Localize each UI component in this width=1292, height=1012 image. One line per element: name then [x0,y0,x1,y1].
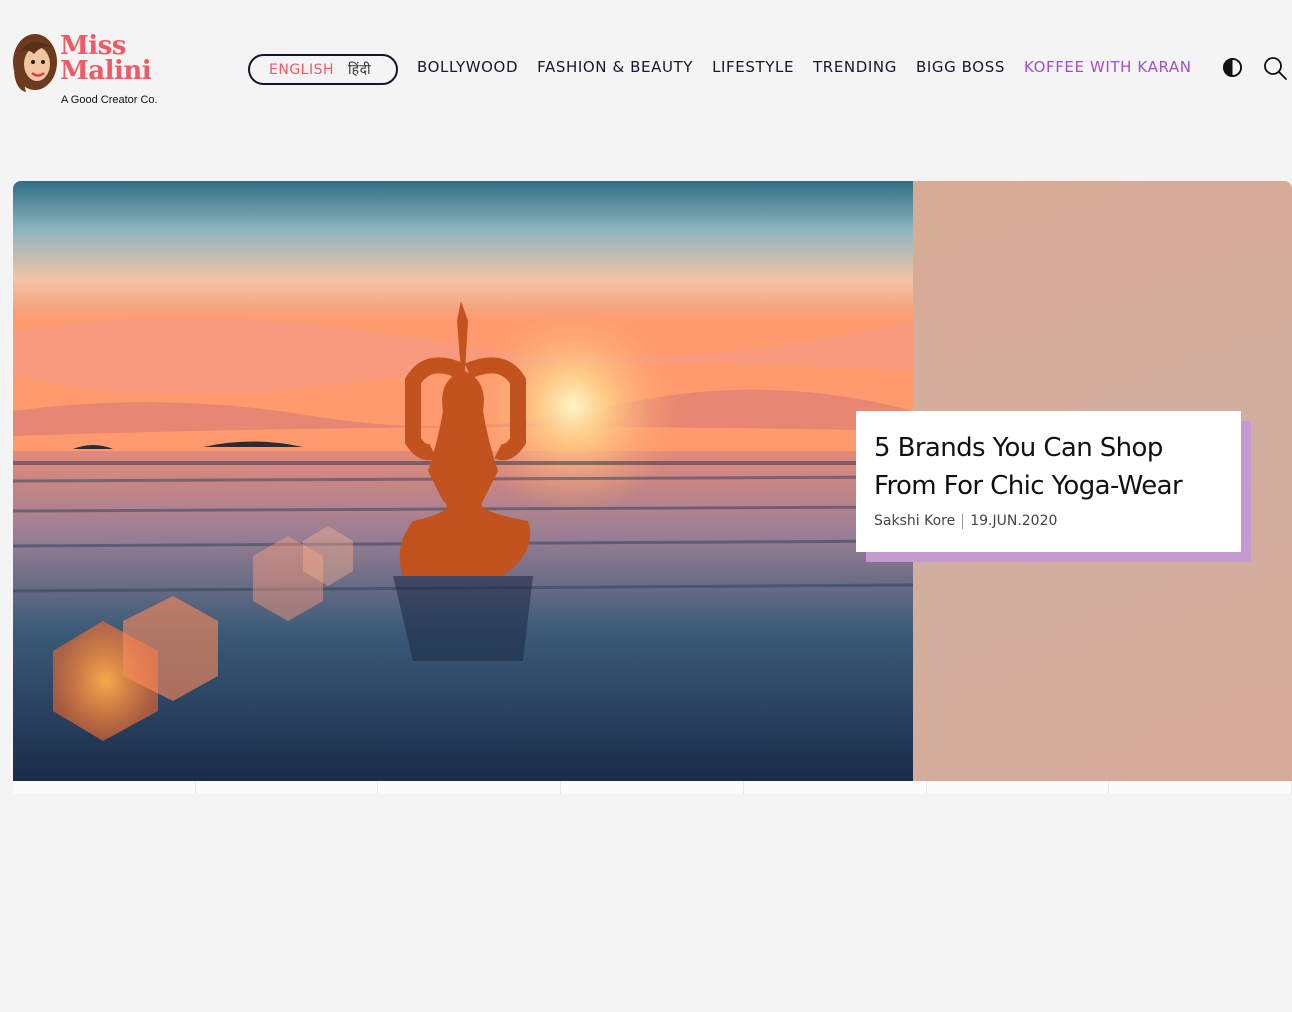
language-english[interactable]: ENGLISH [269,62,334,78]
logo-wordmark: Miss Malini [60,31,152,86]
logo-tagline: A Good Creator Co. [61,94,158,106]
nav-item-koffee-with-karan[interactable]: KOFFEE WITH KARAN [1024,58,1192,76]
site-header: Miss Malini A Good Creator Co. ENGLISH ह… [0,0,1292,120]
nav-item-bigg-boss[interactable]: BIGG BOSS [916,58,1005,76]
language-hindi[interactable]: हिंदी [348,60,371,79]
meta-divider [962,513,964,529]
nav-item-bollywood[interactable]: BOLLYWOOD [417,58,518,76]
article-meta: Sakshi Kore 19.JUN.2020 [874,513,1223,529]
site-logo[interactable]: Miss Malini A Good Creator Co. [12,30,172,112]
featured-article-card[interactable]: 5 Brands You Can Shop From For Chic Yoga… [856,411,1241,552]
nav-item-trending[interactable]: TRENDING [813,58,897,76]
article-date: 19.JUN.2020 [970,513,1058,529]
carousel-pager [13,781,1292,794]
carousel-slide-indicator[interactable] [743,781,927,794]
carousel-slide-indicator[interactable] [195,781,379,794]
hero-image[interactable] [13,181,913,781]
main-nav: BOLLYWOOD FASHION & BEAUTY LIFESTYLE TRE… [417,58,1211,76]
carousel-slide-indicator[interactable] [926,781,1110,794]
logo-face-icon [13,34,57,92]
carousel-slide-indicator[interactable] [13,781,196,794]
nav-item-lifestyle[interactable]: LIFESTYLE [712,58,794,76]
carousel-slide-indicator[interactable] [1109,781,1292,794]
search-icon[interactable] [1262,55,1288,81]
nav-item-fashion-beauty[interactable]: FASHION & BEAUTY [537,58,693,76]
language-toggle[interactable]: ENGLISH हिंदी [248,54,398,85]
article-title[interactable]: 5 Brands You Can Shop From For Chic Yoga… [874,429,1223,505]
contrast-icon[interactable] [1222,57,1243,78]
carousel-slide-indicator[interactable] [378,781,562,794]
article-author[interactable]: Sakshi Kore [874,513,955,529]
carousel-slide-indicator[interactable] [561,781,744,794]
